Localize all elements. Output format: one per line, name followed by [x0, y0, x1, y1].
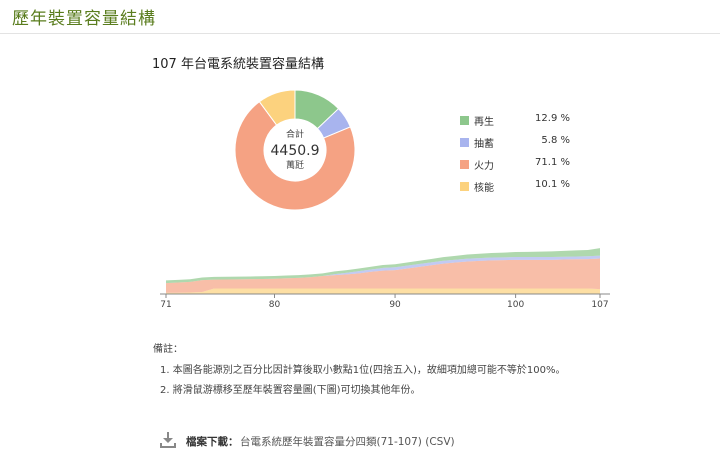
note-item-1: 1. 本圖各能源別之百分比因計算後取小數點1位(四捨五入)，故細項加總可能不等於…: [160, 365, 566, 376]
legend-value: 5.8 %: [541, 135, 570, 146]
area-series-1[interactable]: [166, 258, 600, 293]
x-tick-label: 80: [269, 300, 281, 310]
legend-value: 10.1 %: [535, 179, 570, 190]
legend-label: 火力: [474, 161, 494, 172]
donut-chart[interactable]: 合計 4450.9 萬瓩: [230, 85, 360, 215]
legend-item-pumped[interactable]: 抽蓄 5.8 %: [460, 135, 570, 157]
donut-center-value: 4450.9: [271, 143, 320, 159]
donut-center-unit: 萬瓩: [286, 159, 304, 171]
download-icon[interactable]: [160, 431, 176, 449]
download-csv-link[interactable]: 台電系統歷年裝置容量分四類(71-107) (CSV): [240, 434, 455, 449]
note-item-2: 2. 將滑鼠游標移至歷年裝置容量圖(下圖)可切換其他年份。: [160, 385, 421, 396]
legend-item-nuclear[interactable]: 核能 10.1 %: [460, 179, 570, 201]
legend-swatch: [460, 182, 469, 191]
title-divider: [0, 33, 720, 34]
area-series-0[interactable]: [166, 288, 600, 294]
download-label: 檔案下載：: [186, 436, 239, 448]
legend-swatch: [460, 160, 469, 169]
donut-center-label: 合計: [286, 128, 304, 140]
notes-title: 備註：: [153, 344, 183, 355]
x-tick-label: 107: [591, 300, 608, 310]
legend-label: 再生: [474, 117, 494, 128]
legend-swatch: [460, 116, 469, 125]
x-tick-label: 71: [160, 300, 171, 310]
legend-swatch: [460, 138, 469, 147]
legend-value: 71.1 %: [535, 157, 570, 168]
page-title: 歷年裝置容量結構: [12, 9, 156, 29]
legend-item-renewable[interactable]: 再生 12.9 %: [460, 113, 570, 135]
legend-label: 抽蓄: [474, 139, 494, 150]
legend-item-thermal[interactable]: 火力 71.1 %: [460, 157, 570, 179]
x-tick-label: 100: [507, 300, 524, 310]
capacity-area-chart[interactable]: 71 80 90 100 107: [150, 236, 620, 316]
chart-title: 107 年台電系統裝置容量結構: [152, 57, 324, 72]
x-tick-label: 90: [389, 300, 401, 310]
legend-value: 12.9 %: [535, 113, 570, 124]
legend-label: 核能: [474, 183, 494, 194]
chart-legend: 再生 12.9 % 抽蓄 5.8 % 火力 71.1 % 核能 10.1 %: [460, 113, 570, 201]
